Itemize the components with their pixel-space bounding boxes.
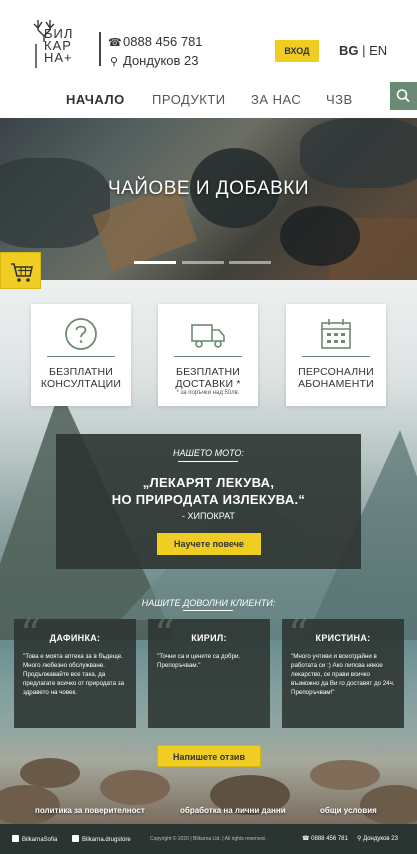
location-pin-icon: ⚲ [109,56,119,68]
feature-free-consultations[interactable]: БЕЗПЛАТНИ КОНСУЛТАЦИИ [31,304,131,406]
testimonial-text: "Това е моята аптека за в бъдеще. Много … [23,653,125,696]
learn-more-button[interactable]: Научете повече [157,533,261,555]
lang-en[interactable]: EN [369,43,387,58]
background-rock [360,785,417,824]
feature-divider [302,356,370,357]
phone-icon: ☎ [108,37,122,49]
search-button[interactable] [390,82,417,110]
instagram-link[interactable]: Bilkarna.drugstore [72,835,131,843]
main-nav: НАЧАЛО ПРОДУКТИ ЗА НАС ЧЗВ [0,84,417,118]
nav-item-faq[interactable]: ЧЗВ [326,92,353,107]
calendar-icon [321,319,351,349]
hero-image-decor [0,158,110,248]
phone-icon: ☎ [302,836,312,842]
feature-divider [47,356,115,357]
feature-personal-subscriptions[interactable]: ПЕРСОНАЛНИ АБОНАМЕНТИ [286,304,386,406]
feature-title: БЕЗПЛАТНИ ДОСТАВКИ * [175,366,241,390]
write-review-button[interactable]: Напишете отзив [157,745,261,767]
testimonials-underline [183,610,233,611]
motto-author: - ХИПОКРАТ [182,511,235,521]
footer-link-personal-data[interactable]: обработка на лични данни [180,806,286,815]
lang-separator: | [358,43,370,58]
header-divider [99,32,101,66]
feature-note: * за поръчки над 50лв. [176,390,240,396]
header: БИЛ КАР НА+ ☎0888 456 781 ⚲ Дондуков 23 В… [0,0,417,84]
facebook-icon [12,835,19,842]
logo-text: БИЛ КАР НА+ [44,26,74,65]
testimonial-text: "Много учтиви и всеотдайни в работата си… [291,653,395,696]
hero-slider[interactable]: ЧАЙОВЕ И ДОБАВКИ [0,118,417,280]
testimonial-name: ДАФИНКА: [49,633,101,643]
nav-item-home[interactable]: НАЧАЛО [66,92,125,107]
testimonial-name: КРИСТИНА: [315,633,371,643]
feature-title: БЕЗПЛАТНИ КОНСУЛТАЦИИ [40,366,122,390]
header-phone[interactable]: ☎0888 456 781 [108,34,203,49]
testimonial-card: “ ДАФИНКА: "Това е моята аптека за в бъд… [14,615,136,728]
footer-phone[interactable]: ☎ 0888 456 781 [302,835,348,842]
slider-dot-2[interactable] [182,261,224,264]
bottom-bar: BilkarnaSofia Bilkarna.drugstore Copyrig… [0,824,417,854]
header-address[interactable]: ⚲ Дондуков 23 [108,53,199,68]
nav-item-products[interactable]: ПРОДУКТИ [152,92,226,107]
nav-item-about[interactable]: ЗА НАС [251,92,301,107]
testimonial-text: "Точни са и цените са добри. Препоръчвам… [157,653,241,669]
login-button[interactable]: ВХОД [275,40,319,62]
slider-dot-3[interactable] [229,261,271,264]
hero-teacup-decor [280,206,360,266]
motto-quote: „ЛЕКАРЯТ ЛЕКУВА, НО ПРИРОДАТА ИЗЛЕКУВА.“ [111,475,306,507]
testimonial-card: “ КРИСТИНА: "Много учтиви и всеотдайни в… [282,615,404,728]
testimonials-title: НАШИТЕ ДОВОЛНИ КЛИЕНТИ: [141,598,276,608]
cart-icon [11,263,33,282]
search-icon [396,89,410,103]
feature-free-delivery[interactable]: БЕЗПЛАТНИ ДОСТАВКИ * * за поръчки над 50… [158,304,258,406]
lang-bg[interactable]: BG [339,43,359,58]
truck-icon [191,324,225,348]
hero-title: ЧАЙОВЕ И ДОБАВКИ [107,178,310,199]
background-rock [20,758,80,788]
question-icon [65,318,97,350]
footer-address[interactable]: ⚲ Дондуков 23 [357,835,398,842]
copyright-text: Copyright © 2020 | Bilkarna Ltd. | All r… [150,836,267,842]
motto-panel: НАШЕТО МОТО: „ЛЕКАРЯТ ЛЕКУВА, НО ПРИРОДА… [56,434,361,569]
footer-link-privacy[interactable]: политика за поверителност [35,806,145,815]
motto-underline [178,461,238,462]
language-switcher[interactable]: BG | EN [339,43,387,58]
motto-label: НАШЕТО МОТО: [173,448,244,458]
background-rock [0,785,60,824]
footer-link-terms[interactable]: общи условия [320,806,377,815]
facebook-link[interactable]: BilkarnaSofia [12,835,57,843]
cart-button[interactable] [0,252,41,289]
testimonial-name: КИРИЛ: [191,633,227,643]
instagram-icon [72,835,79,842]
testimonial-card: “ КИРИЛ: "Точни са и цените са добри. Пр… [148,615,270,728]
slider-dot-1[interactable] [134,261,176,264]
background-rock [310,760,380,790]
feature-divider [174,356,242,357]
feature-title: ПЕРСОНАЛНИ АБОНАМЕНТИ [298,366,374,390]
background-rock [100,770,170,805]
